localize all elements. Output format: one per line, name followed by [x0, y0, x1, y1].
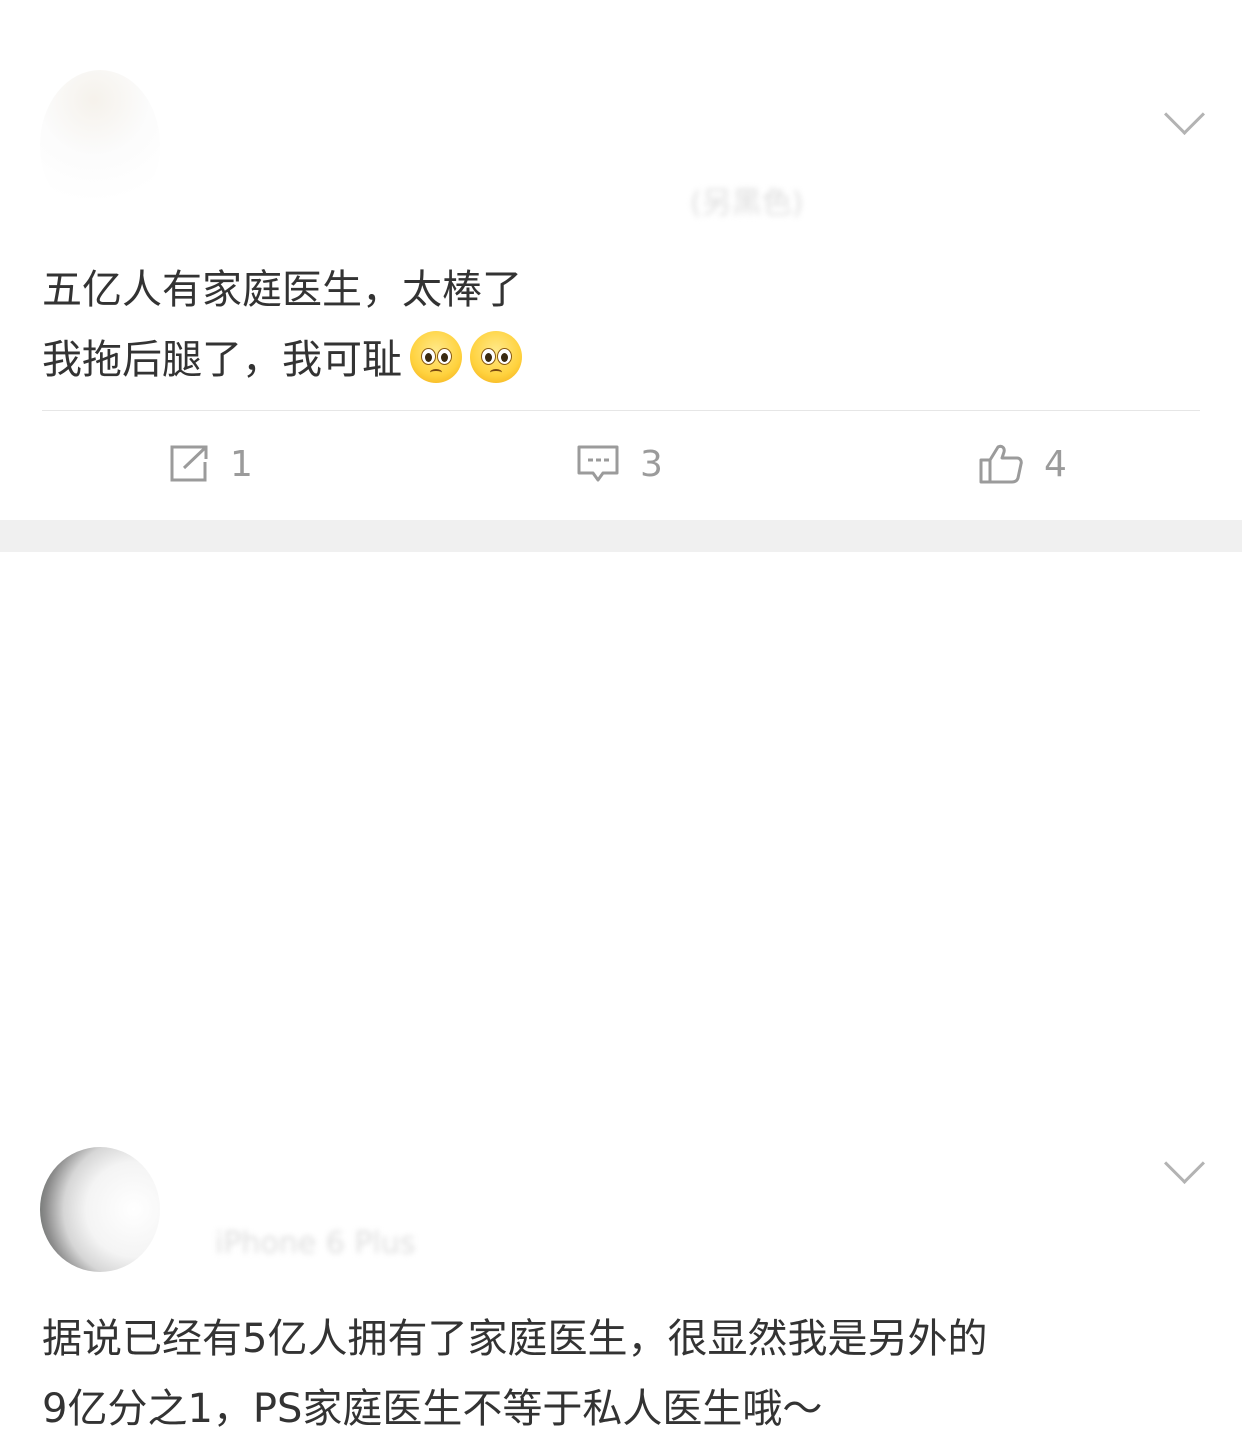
- avatar[interactable]: [40, 70, 160, 220]
- post-meta: iPhone 6 Plus: [215, 1226, 416, 1261]
- like-count: 4: [1044, 443, 1067, 485]
- post-meta: (另黑色): [690, 186, 804, 221]
- weibo-post-1: (另黑色) 五亿人有家庭医生，太棒了 我拖后腿了，我可耻 1 3 4: [0, 0, 1242, 520]
- content-line-with-emoji: 我拖后腿了，我可耻: [42, 325, 522, 395]
- chevron-down-icon[interactable]: [1163, 93, 1206, 136]
- comment-icon: [577, 445, 619, 482]
- like-button[interactable]: 4: [978, 440, 1067, 488]
- content-line: 据说已经有5亿人拥有了家庭医生，很显然我是另外的: [42, 1316, 988, 1362]
- weibo-post-2: iPhone 6 Plus 据说已经有5亿人拥有了家庭医生，很显然我是另外的 9…: [0, 552, 1242, 1432]
- comment-count: 3: [640, 443, 663, 485]
- content-line: 我拖后腿了，我可耻: [42, 337, 402, 383]
- content-line: 五亿人有家庭医生，太棒了: [42, 267, 522, 313]
- divider: [42, 410, 1200, 411]
- post-content: 据说已经有5亿人拥有了家庭医生，很显然我是另外的 9亿分之1，PS家庭医生不等于…: [42, 1304, 987, 1444]
- repost-icon: [170, 445, 208, 482]
- pleading-face-icon: [470, 331, 522, 383]
- chevron-down-icon[interactable]: [1163, 1142, 1206, 1185]
- pleading-face-icon: [410, 331, 462, 383]
- post-separator: [0, 520, 1242, 552]
- thumbs-up-icon: [979, 444, 1023, 484]
- comment-button[interactable]: 3: [576, 440, 663, 488]
- post-source: iPhone 6 Plus: [215, 1226, 416, 1261]
- content-line: 9亿分之1，PS家庭医生不等于私人医生哦～: [42, 1386, 823, 1432]
- repost-button[interactable]: 1: [168, 440, 253, 488]
- post-content: 五亿人有家庭医生，太棒了 我拖后腿了，我可耻: [42, 255, 522, 395]
- avatar[interactable]: [40, 1147, 160, 1272]
- repost-count: 1: [230, 443, 253, 485]
